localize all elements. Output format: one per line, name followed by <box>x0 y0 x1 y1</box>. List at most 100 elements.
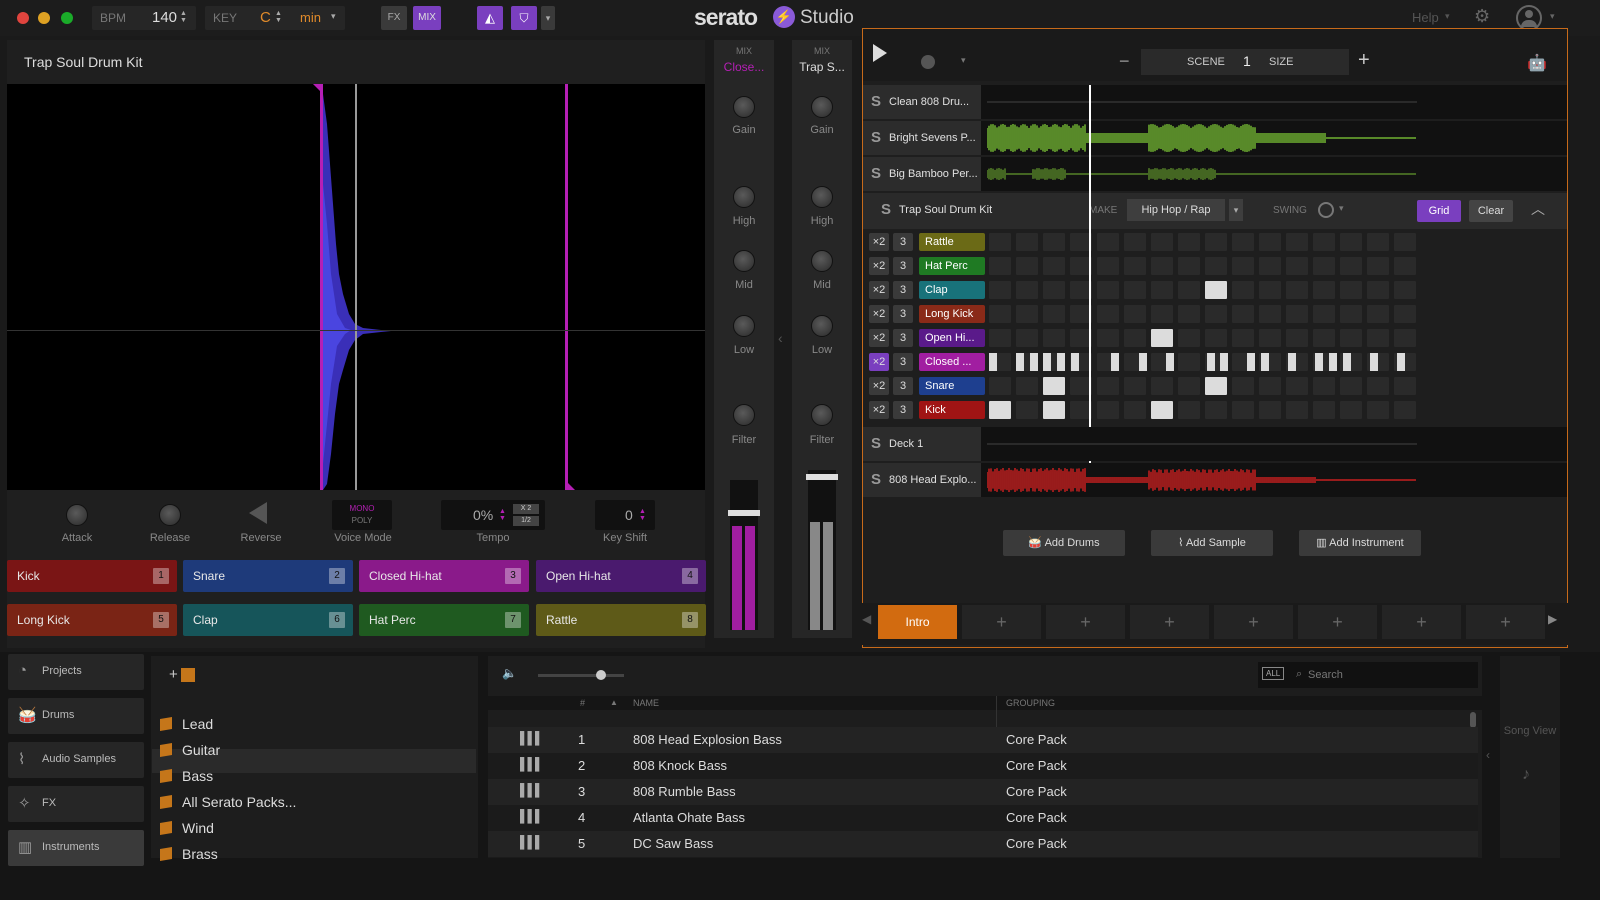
step-cell[interactable] <box>1232 329 1254 347</box>
record-icon[interactable] <box>921 55 935 69</box>
step-cell[interactable] <box>1205 329 1227 347</box>
library-nav-drums[interactable]: 🥁 Drums <box>8 698 144 734</box>
hihat-step[interactable] <box>1288 353 1297 371</box>
scene-intro[interactable]: Intro <box>878 605 957 639</box>
add-scene-button[interactable]: + <box>1382 605 1461 639</box>
mixer-ch1-name[interactable]: Close... <box>714 60 774 74</box>
scene-minus-button[interactable]: − <box>1119 51 1130 72</box>
step-cell[interactable] <box>1205 281 1227 299</box>
step-cell[interactable] <box>1286 401 1308 419</box>
category-item[interactable]: Lead <box>160 716 213 732</box>
play-icon[interactable] <box>873 44 887 62</box>
step-cell[interactable] <box>1016 233 1038 251</box>
lane-label[interactable]: Closed ... <box>919 353 985 371</box>
add-category-button[interactable]: + <box>169 666 178 683</box>
scale-dropdown-icon[interactable]: ▾ <box>331 11 336 22</box>
pad-7[interactable]: Hat Perc 7 <box>359 604 529 636</box>
table-row[interactable]: ▌▌▌ 5 DC Saw Bass Core Pack <box>488 831 1478 857</box>
step-cell[interactable] <box>1232 257 1254 275</box>
step-cell[interactable] <box>1259 233 1281 251</box>
solo-button[interactable]: S <box>871 129 881 146</box>
add-scene-button[interactable]: + <box>962 605 1041 639</box>
hihat-step[interactable] <box>1220 353 1229 371</box>
step-cell[interactable] <box>1232 233 1254 251</box>
preview-volume-slider[interactable] <box>538 670 624 680</box>
hihat-step[interactable] <box>1057 353 1065 371</box>
step-cell[interactable] <box>1124 233 1146 251</box>
ch2-volume-fader[interactable] <box>806 470 838 630</box>
sample-waveform-view[interactable] <box>7 84 705 490</box>
hihat-step[interactable] <box>1329 353 1337 371</box>
lane-double-button[interactable]: ×2 <box>869 305 889 323</box>
step-cell[interactable] <box>1232 281 1254 299</box>
step-cell[interactable] <box>1394 305 1416 323</box>
add-scene-button[interactable]: + <box>1298 605 1377 639</box>
sample-end-marker[interactable] <box>565 84 568 490</box>
step-cell[interactable] <box>1286 281 1308 299</box>
step-cell[interactable] <box>1367 377 1389 395</box>
bpm-stepper-icon[interactable]: ▲ ▼ <box>180 10 187 24</box>
step-cell[interactable] <box>1232 401 1254 419</box>
solo-button[interactable]: S <box>871 165 881 182</box>
reverse-icon[interactable] <box>249 502 267 524</box>
hihat-step[interactable] <box>1206 353 1215 371</box>
step-cell[interactable] <box>1124 281 1146 299</box>
ch2-filter-knob[interactable] <box>811 404 833 426</box>
drum-track-solo[interactable]: S <box>881 201 891 218</box>
step-cell[interactable] <box>1097 233 1119 251</box>
solo-button[interactable]: S <box>871 93 881 110</box>
step-cell[interactable] <box>1151 401 1173 419</box>
step-cell[interactable] <box>1259 377 1281 395</box>
maximize-window-button[interactable] <box>61 12 73 24</box>
step-cell[interactable] <box>1367 281 1389 299</box>
genre-dropdown-icon[interactable]: ▾ <box>1229 199 1243 221</box>
library-nav-audio-samples[interactable]: ⌇ Audio Samples <box>8 742 144 778</box>
lane-label[interactable]: Rattle <box>919 233 985 251</box>
step-cell[interactable] <box>1205 401 1227 419</box>
lane-label[interactable]: Open Hi... <box>919 329 985 347</box>
ch2-high-knob[interactable] <box>811 186 833 208</box>
add-instrument-button[interactable]: ▥ Add Instrument <box>1299 530 1421 556</box>
category-item[interactable]: Guitar <box>160 742 220 758</box>
lane-double-button[interactable]: ×2 <box>869 401 889 419</box>
lane-double-button[interactable]: ×2 <box>869 233 889 251</box>
step-cell[interactable] <box>1340 281 1362 299</box>
step-cell[interactable] <box>1151 233 1173 251</box>
add-scene-button[interactable]: + <box>1046 605 1125 639</box>
step-cell[interactable] <box>1178 377 1200 395</box>
step-cell[interactable] <box>1124 329 1146 347</box>
lane-count-button[interactable]: 3 <box>893 401 913 419</box>
track-header[interactable]: S Deck 1 <box>863 427 981 461</box>
step-cell[interactable] <box>1367 233 1389 251</box>
lane-label[interactable]: Snare <box>919 377 985 395</box>
key-control[interactable]: KEY C ▲ ▼ min ▾ <box>205 6 345 30</box>
pad-2[interactable]: Snare 2 <box>183 560 353 592</box>
step-cell[interactable] <box>1259 305 1281 323</box>
hihat-step[interactable] <box>1043 353 1052 371</box>
release-knob[interactable] <box>159 504 181 526</box>
step-cell[interactable] <box>1097 305 1119 323</box>
step-cell[interactable] <box>989 329 1011 347</box>
search-all-toggle[interactable]: ALL <box>1262 667 1285 680</box>
step-cell[interactable] <box>1178 401 1200 419</box>
lane-double-button[interactable]: ×2 <box>869 329 889 347</box>
step-cell[interactable] <box>1340 377 1362 395</box>
add-scene-button[interactable]: + <box>1466 605 1545 639</box>
step-cell[interactable] <box>989 377 1011 395</box>
hihat-step[interactable] <box>989 353 997 371</box>
step-cell[interactable] <box>1124 257 1146 275</box>
key-shift-value[interactable]: 0 <box>625 507 633 523</box>
key-value[interactable]: C <box>260 9 271 26</box>
ch1-gain-knob[interactable] <box>733 96 755 118</box>
library-nav-projects[interactable]: ◔ Projects <box>8 654 144 690</box>
mixer-ch2-name[interactable]: Trap S... <box>792 60 852 74</box>
pad-8[interactable]: Rattle 8 <box>536 604 706 636</box>
hihat-step[interactable] <box>1070 353 1079 371</box>
step-cell[interactable] <box>1340 257 1362 275</box>
step-cell[interactable] <box>1367 257 1389 275</box>
hihat-step[interactable] <box>1247 353 1256 371</box>
hihat-step[interactable] <box>1138 353 1147 371</box>
ch1-high-knob[interactable] <box>733 186 755 208</box>
step-cell[interactable] <box>1124 401 1146 419</box>
step-cell[interactable] <box>1313 233 1335 251</box>
